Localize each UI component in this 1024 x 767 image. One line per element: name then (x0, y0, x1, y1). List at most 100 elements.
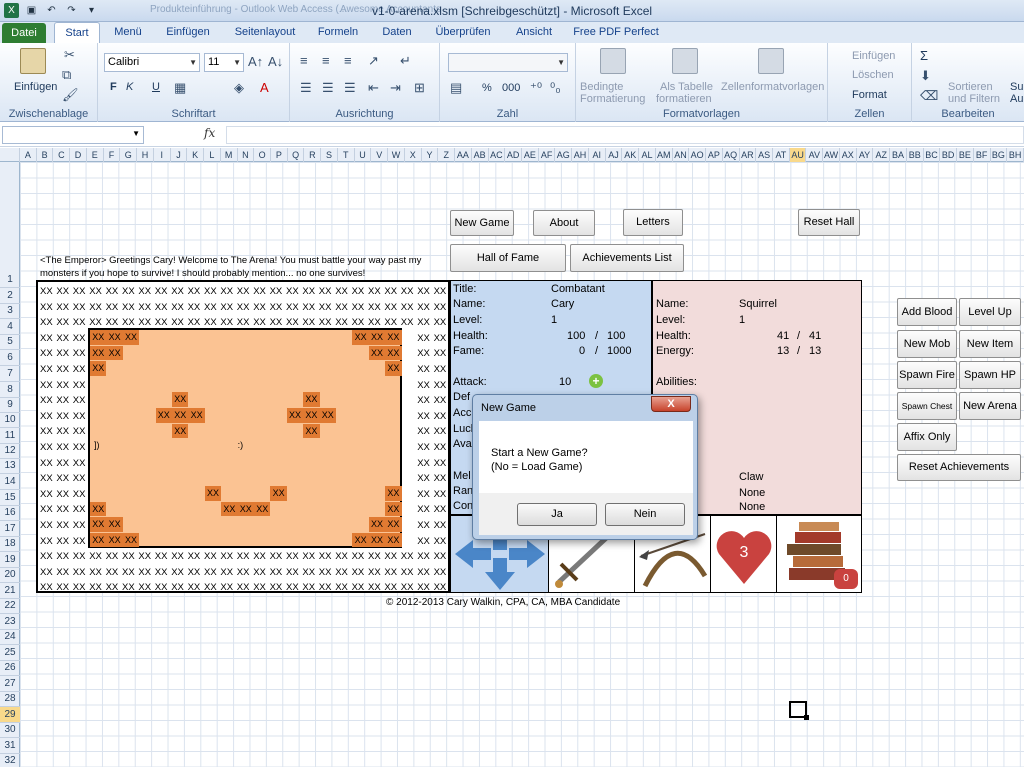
column-header[interactable]: BG (991, 148, 1008, 162)
hall-of-fame-button[interactable]: Hall of Fame (450, 244, 566, 272)
column-header[interactable]: AA (455, 148, 472, 162)
format-painter-icon[interactable]: 🖌 (62, 87, 79, 103)
column-header[interactable]: AM (656, 148, 673, 162)
column-header[interactable]: W (388, 148, 405, 162)
conditional-format-button[interactable]: Bedingte (580, 81, 623, 93)
row-header[interactable]: 28 (0, 691, 20, 707)
fill-color-icon[interactable]: ◈ (234, 80, 244, 96)
column-header[interactable]: AJ (606, 148, 623, 162)
row-header[interactable]: 11 (0, 428, 20, 444)
cell-styles-button[interactable]: Zellenformatvorlagen (721, 81, 824, 93)
column-header[interactable]: Y (422, 148, 439, 162)
tab-view[interactable]: Ansicht (508, 22, 560, 43)
spawn-hp-button[interactable]: Spawn HP (959, 361, 1021, 389)
cut-icon[interactable]: ✂ (64, 47, 75, 63)
column-header[interactable]: AV (806, 148, 824, 162)
yes-button[interactable]: Ja (517, 503, 597, 526)
column-header[interactable]: T (338, 148, 355, 162)
row-header[interactable]: 9 (0, 397, 20, 413)
reset-achievements-button[interactable]: Reset Achievements (897, 454, 1021, 481)
letters-button[interactable]: Letters (623, 209, 683, 236)
column-header[interactable]: Z (438, 148, 456, 162)
column-header[interactable]: BD (940, 148, 958, 162)
column-header[interactable]: AB (472, 148, 489, 162)
borders-icon[interactable]: ▦ (174, 80, 186, 96)
column-header[interactable]: U (355, 148, 372, 162)
row-header[interactable]: 3 (0, 303, 20, 319)
format-cells-button[interactable]: Format (852, 89, 887, 101)
paste-icon[interactable] (20, 48, 46, 74)
tab-free-pdf[interactable]: Free PDF Perfect (570, 22, 662, 43)
row-header[interactable]: 25 (0, 645, 20, 661)
font-size-select[interactable]: 11 ▼ (204, 53, 244, 72)
column-header[interactable]: AX (840, 148, 857, 162)
column-header[interactable]: K (187, 148, 205, 162)
reset-hall-button[interactable]: Reset Hall (798, 209, 860, 236)
outdent-icon[interactable]: ⇥ (390, 80, 401, 96)
affix-only-button[interactable]: Affix Only (897, 423, 957, 451)
column-header[interactable]: BH (1007, 148, 1024, 162)
active-cell[interactable] (789, 701, 809, 720)
row-header[interactable]: 1 (0, 162, 20, 288)
column-header[interactable]: BC (924, 148, 941, 162)
increase-attack-icon[interactable]: + (589, 374, 603, 388)
column-header[interactable]: AY (857, 148, 874, 162)
column-header[interactable]: R (304, 148, 322, 162)
row-header[interactable]: 22 (0, 598, 20, 614)
tab-review[interactable]: Überprüfen (430, 22, 496, 43)
column-header[interactable]: AG (555, 148, 573, 162)
close-button[interactable]: X (651, 396, 691, 412)
column-header[interactable]: F (104, 148, 121, 162)
format-as-table-button[interactable]: Als Tabelle (660, 81, 713, 93)
tab-start[interactable]: Start (54, 22, 100, 43)
row-header[interactable]: 15 (0, 490, 20, 506)
fill-icon[interactable]: ⬇ (920, 68, 931, 84)
percent-button[interactable]: % (482, 82, 492, 94)
wrap-text-icon[interactable]: ↵ (400, 53, 411, 69)
about-button[interactable]: About (533, 210, 595, 236)
column-header[interactable]: AK (622, 148, 640, 162)
column-header[interactable]: E (87, 148, 104, 162)
achievements-list-button[interactable]: Achievements List (570, 244, 684, 272)
level-up-button[interactable]: Level Up (959, 298, 1021, 326)
align-center-icon[interactable]: ☰ (322, 80, 334, 96)
sort-filter-button[interactable]: Sortieren (948, 81, 993, 93)
row-header[interactable]: 16 (0, 505, 20, 521)
column-header[interactable]: AD (505, 148, 522, 162)
tab-data[interactable]: Daten (374, 22, 420, 43)
column-header[interactable]: AR (740, 148, 757, 162)
decrease-decimal-icon[interactable]: ⁰₀ (550, 80, 561, 96)
column-header[interactable]: AS (756, 148, 773, 162)
column-header[interactable]: AE (522, 148, 539, 162)
column-header[interactable]: X (405, 148, 422, 162)
indent-icon[interactable]: ⇤ (368, 80, 379, 96)
heart-tile[interactable]: 3 (711, 516, 777, 592)
row-header[interactable]: 23 (0, 614, 20, 630)
add-blood-button[interactable]: Add Blood (897, 298, 957, 326)
delete-cells-button[interactable]: Löschen (852, 69, 894, 81)
books-tile[interactable]: 0 (777, 516, 861, 592)
row-header[interactable]: 8 (0, 382, 20, 398)
insert-function-button[interactable]: fx (204, 126, 215, 140)
column-header[interactable]: BB (907, 148, 924, 162)
shrink-font-icon[interactable]: A↓ (268, 54, 283, 69)
insert-cells-button[interactable]: Einfügen (852, 50, 895, 62)
row-header[interactable]: 31 (0, 738, 20, 754)
column-header[interactable]: AT (773, 148, 790, 162)
column-header[interactable]: AZ (873, 148, 891, 162)
cell-styles-icon[interactable] (758, 48, 784, 74)
column-header[interactable]: M (221, 148, 238, 162)
new-mob-button[interactable]: New Mob (897, 330, 957, 358)
row-header[interactable]: 6 (0, 350, 20, 366)
underline-button[interactable]: U (152, 81, 160, 93)
orientation-icon[interactable]: ↗ (368, 53, 379, 69)
row-header[interactable]: 30 (0, 722, 20, 738)
new-game-button[interactable]: New Game (450, 210, 514, 236)
align-bottom-icon[interactable]: ≡ (344, 53, 352, 68)
align-middle-icon[interactable]: ≡ (322, 53, 330, 68)
column-header[interactable]: L (204, 148, 221, 162)
column-header[interactable]: AQ (723, 148, 740, 162)
column-header[interactable]: G (120, 148, 138, 162)
column-header[interactable]: N (238, 148, 255, 162)
new-arena-button[interactable]: New Arena (959, 392, 1021, 420)
